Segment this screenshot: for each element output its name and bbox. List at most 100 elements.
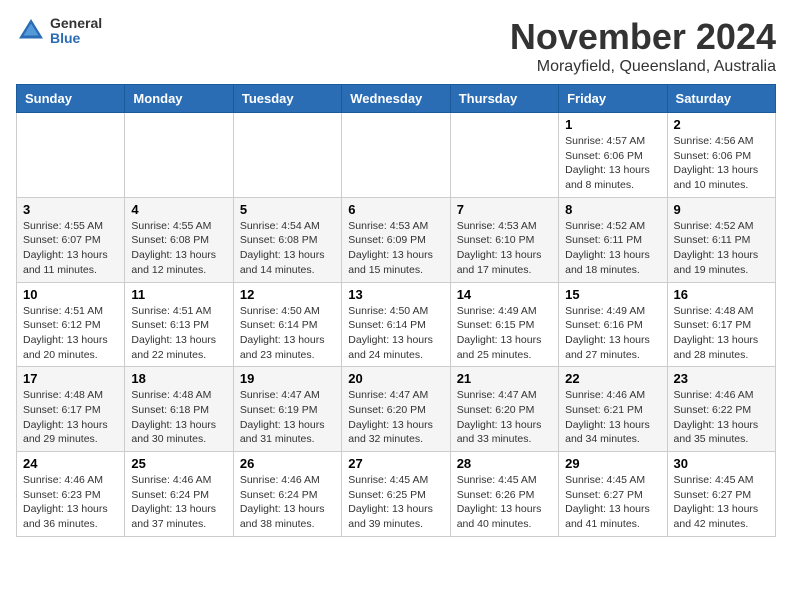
day-cell: 17 Sunrise: 4:48 AMSunset: 6:17 PMDayligh… bbox=[17, 367, 125, 452]
day-number: 2 bbox=[674, 117, 769, 132]
day-cell: 11 Sunrise: 4:51 AMSunset: 6:13 PMDayligh… bbox=[125, 282, 233, 367]
day-info: Sunrise: 4:50 AMSunset: 6:14 PMDaylight:… bbox=[348, 304, 443, 363]
day-cell: 28 Sunrise: 4:45 AMSunset: 6:26 PMDayligh… bbox=[450, 452, 558, 537]
day-cell: 25Sunrise: 4:46 AMSunset: 6:24 PMDayligh… bbox=[125, 452, 233, 537]
day-info: Sunrise: 4:57 AMSunset: 6:06 PMDaylight:… bbox=[565, 134, 660, 193]
day-number: 14 bbox=[457, 287, 552, 302]
day-cell: 12 Sunrise: 4:50 AMSunset: 6:14 PMDayligh… bbox=[233, 282, 341, 367]
day-cell bbox=[17, 113, 125, 198]
day-info: Sunrise: 4:53 AMSunset: 6:09 PMDaylight:… bbox=[348, 219, 443, 278]
day-cell: 3 Sunrise: 4:55 AMSunset: 6:07 PMDaylight… bbox=[17, 197, 125, 282]
weekday-header-row: SundayMondayTuesdayWednesdayThursdayFrid… bbox=[17, 85, 776, 113]
day-number: 8 bbox=[565, 202, 660, 217]
day-info: Sunrise: 4:56 AMSunset: 6:06 PMDaylight:… bbox=[674, 134, 769, 193]
weekday-header-friday: Friday bbox=[559, 85, 667, 113]
day-number: 28 bbox=[457, 456, 552, 471]
day-info: Sunrise: 4:50 AMSunset: 6:14 PMDaylight:… bbox=[240, 304, 335, 363]
day-info: Sunrise: 4:52 AMSunset: 6:11 PMDaylight:… bbox=[565, 219, 660, 278]
day-number: 22 bbox=[565, 371, 660, 386]
weekday-header-thursday: Thursday bbox=[450, 85, 558, 113]
day-cell: 29 Sunrise: 4:45 AMSunset: 6:27 PMDayligh… bbox=[559, 452, 667, 537]
day-number: 5 bbox=[240, 202, 335, 217]
week-row-3: 17 Sunrise: 4:48 AMSunset: 6:17 PMDayligh… bbox=[17, 367, 776, 452]
weekday-header-tuesday: Tuesday bbox=[233, 85, 341, 113]
day-cell bbox=[125, 113, 233, 198]
week-row-2: 10 Sunrise: 4:51 AMSunset: 6:12 PMDayligh… bbox=[17, 282, 776, 367]
day-number: 27 bbox=[348, 456, 443, 471]
day-info: Sunrise: 4:52 AMSunset: 6:11 PMDaylight:… bbox=[674, 219, 769, 278]
day-cell: 27 Sunrise: 4:45 AMSunset: 6:25 PMDayligh… bbox=[342, 452, 450, 537]
day-cell bbox=[450, 113, 558, 198]
day-info: Sunrise: 4:45 AMSunset: 6:26 PMDaylight:… bbox=[457, 473, 552, 532]
day-number: 16 bbox=[674, 287, 769, 302]
day-cell: 26Sunrise: 4:46 AMSunset: 6:24 PMDayligh… bbox=[233, 452, 341, 537]
day-cell: 10 Sunrise: 4:51 AMSunset: 6:12 PMDayligh… bbox=[17, 282, 125, 367]
day-cell: 20Sunrise: 4:47 AMSunset: 6:20 PMDayligh… bbox=[342, 367, 450, 452]
day-number: 18 bbox=[131, 371, 226, 386]
day-cell: 13 Sunrise: 4:50 AMSunset: 6:14 PMDayligh… bbox=[342, 282, 450, 367]
day-info: Sunrise: 4:48 AMSunset: 6:17 PMDaylight:… bbox=[23, 388, 118, 447]
day-cell: 18 Sunrise: 4:48 AMSunset: 6:18 PMDayligh… bbox=[125, 367, 233, 452]
day-cell: 24Sunrise: 4:46 AMSunset: 6:23 PMDayligh… bbox=[17, 452, 125, 537]
day-number: 21 bbox=[457, 371, 552, 386]
day-info: Sunrise: 4:45 AMSunset: 6:25 PMDaylight:… bbox=[348, 473, 443, 532]
day-number: 9 bbox=[674, 202, 769, 217]
header: General Blue November 2024 Morayfield, Q… bbox=[16, 16, 776, 76]
day-number: 6 bbox=[348, 202, 443, 217]
logo-general-text: General bbox=[50, 16, 102, 31]
day-number: 1 bbox=[565, 117, 660, 132]
day-cell: 21 Sunrise: 4:47 AMSunset: 6:20 PMDayligh… bbox=[450, 367, 558, 452]
day-cell: 19Sunrise: 4:47 AMSunset: 6:19 PMDayligh… bbox=[233, 367, 341, 452]
week-row-4: 24Sunrise: 4:46 AMSunset: 6:23 PMDayligh… bbox=[17, 452, 776, 537]
day-cell: 22Sunrise: 4:46 AMSunset: 6:21 PMDayligh… bbox=[559, 367, 667, 452]
day-number: 12 bbox=[240, 287, 335, 302]
day-cell: 5Sunrise: 4:54 AMSunset: 6:08 PMDaylight… bbox=[233, 197, 341, 282]
calendar-table: SundayMondayTuesdayWednesdayThursdayFrid… bbox=[16, 84, 776, 537]
day-info: Sunrise: 4:48 AMSunset: 6:17 PMDaylight:… bbox=[674, 304, 769, 363]
location-title: Morayfield, Queensland, Australia bbox=[510, 58, 776, 76]
day-number: 20 bbox=[348, 371, 443, 386]
day-number: 23 bbox=[674, 371, 769, 386]
day-number: 11 bbox=[131, 287, 226, 302]
month-title: November 2024 bbox=[510, 16, 776, 58]
day-number: 15 bbox=[565, 287, 660, 302]
day-number: 29 bbox=[565, 456, 660, 471]
weekday-header-sunday: Sunday bbox=[17, 85, 125, 113]
day-info: Sunrise: 4:46 AMSunset: 6:24 PMDaylight:… bbox=[131, 473, 226, 532]
day-number: 10 bbox=[23, 287, 118, 302]
day-number: 17 bbox=[23, 371, 118, 386]
weekday-header-saturday: Saturday bbox=[667, 85, 775, 113]
day-number: 24 bbox=[23, 456, 118, 471]
day-info: Sunrise: 4:51 AMSunset: 6:13 PMDaylight:… bbox=[131, 304, 226, 363]
day-info: Sunrise: 4:49 AMSunset: 6:15 PMDaylight:… bbox=[457, 304, 552, 363]
logo-text: General Blue bbox=[50, 16, 102, 47]
day-info: Sunrise: 4:51 AMSunset: 6:12 PMDaylight:… bbox=[23, 304, 118, 363]
day-info: Sunrise: 4:55 AMSunset: 6:07 PMDaylight:… bbox=[23, 219, 118, 278]
day-number: 30 bbox=[674, 456, 769, 471]
weekday-header-monday: Monday bbox=[125, 85, 233, 113]
day-cell: 15 Sunrise: 4:49 AMSunset: 6:16 PMDayligh… bbox=[559, 282, 667, 367]
day-info: Sunrise: 4:45 AMSunset: 6:27 PMDaylight:… bbox=[565, 473, 660, 532]
week-row-1: 3 Sunrise: 4:55 AMSunset: 6:07 PMDaylight… bbox=[17, 197, 776, 282]
day-number: 3 bbox=[23, 202, 118, 217]
day-info: Sunrise: 4:47 AMSunset: 6:20 PMDaylight:… bbox=[457, 388, 552, 447]
week-row-0: 1 Sunrise: 4:57 AMSunset: 6:06 PMDaylight… bbox=[17, 113, 776, 198]
day-cell bbox=[233, 113, 341, 198]
day-number: 13 bbox=[348, 287, 443, 302]
day-cell: 6 Sunrise: 4:53 AMSunset: 6:09 PMDaylight… bbox=[342, 197, 450, 282]
day-info: Sunrise: 4:48 AMSunset: 6:18 PMDaylight:… bbox=[131, 388, 226, 447]
day-info: Sunrise: 4:55 AMSunset: 6:08 PMDaylight:… bbox=[131, 219, 226, 278]
day-number: 26 bbox=[240, 456, 335, 471]
day-number: 4 bbox=[131, 202, 226, 217]
day-info: Sunrise: 4:53 AMSunset: 6:10 PMDaylight:… bbox=[457, 219, 552, 278]
day-info: Sunrise: 4:49 AMSunset: 6:16 PMDaylight:… bbox=[565, 304, 660, 363]
logo: General Blue bbox=[16, 16, 102, 47]
logo-blue-text: Blue bbox=[50, 31, 102, 46]
day-cell: 4 Sunrise: 4:55 AMSunset: 6:08 PMDaylight… bbox=[125, 197, 233, 282]
title-area: November 2024 Morayfield, Queensland, Au… bbox=[510, 16, 776, 76]
day-cell bbox=[342, 113, 450, 198]
weekday-header-wednesday: Wednesday bbox=[342, 85, 450, 113]
day-cell: 23Sunrise: 4:46 AMSunset: 6:22 PMDayligh… bbox=[667, 367, 775, 452]
day-info: Sunrise: 4:45 AMSunset: 6:27 PMDaylight:… bbox=[674, 473, 769, 532]
logo-icon bbox=[16, 16, 46, 46]
